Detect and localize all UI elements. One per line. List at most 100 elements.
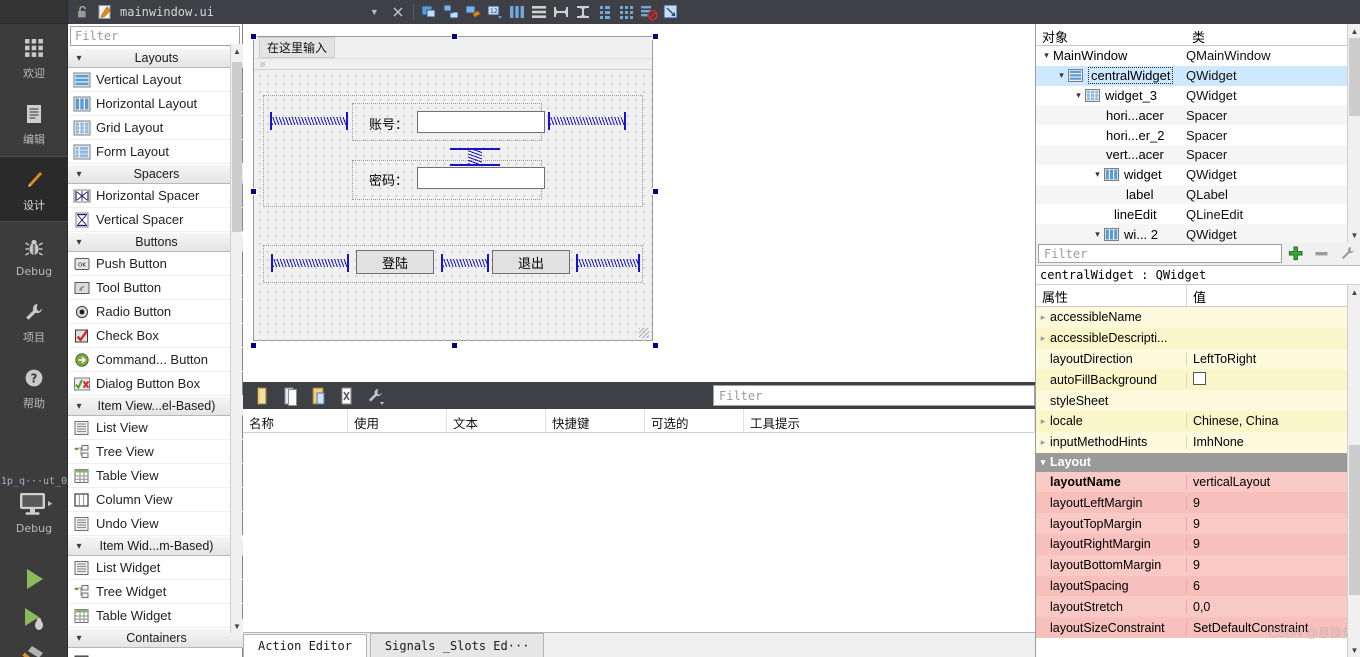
scroll-up-arrow-icon[interactable]: ▲ <box>1348 24 1360 38</box>
menubar-type-here[interactable]: 在这里输入 <box>259 37 336 58</box>
resize-handle-top-center[interactable] <box>451 33 458 40</box>
tab-signals-slots-editor[interactable]: Signals _Slots Ed··· <box>369 633 545 657</box>
resize-handle-bottom-center[interactable] <box>451 342 458 349</box>
property-row-layoutBottomMargin[interactable]: layoutBottomMargin 9 <box>1036 554 1360 576</box>
configure-action-icon[interactable] <box>361 384 389 408</box>
action-editor-filter-input[interactable]: Filter <box>713 385 1035 406</box>
wrench-icon[interactable] <box>1334 242 1360 266</box>
table-row[interactable]: ▾ widget_3 QWidget <box>1036 86 1360 106</box>
widget-item-vertical-layout[interactable]: Vertical Layout <box>68 68 243 92</box>
widget-group-buttons[interactable]: ▾ Buttons <box>68 232 243 252</box>
unlocked-padlock-icon[interactable] <box>72 1 94 23</box>
horizontal-spacer-left[interactable] <box>270 112 348 130</box>
run-button[interactable] <box>0 560 68 600</box>
property-value-label[interactable]: 9 <box>1186 537 1360 552</box>
main-window-form[interactable]: 在这里输入 账号： 密码： 登陆 退出 <box>253 36 653 341</box>
delete-action-icon[interactable] <box>333 384 361 408</box>
widget-item-partial[interactable] <box>68 648 243 657</box>
tab-action-editor[interactable]: Action Editor <box>243 634 367 657</box>
action-column-used[interactable]: 使用 <box>348 409 447 433</box>
property-row-styleSheet[interactable]: styleSheet <box>1036 390 1360 411</box>
table-row[interactable]: vert...acer Spacer <box>1036 144 1360 165</box>
scrollbar-thumb[interactable] <box>232 62 242 232</box>
plus-icon[interactable] <box>1282 242 1308 266</box>
widget-item-radio-button[interactable]: Radio Button <box>68 300 243 324</box>
form-menubar[interactable]: 在这里输入 <box>254 37 652 59</box>
property-editor-scrollbar[interactable]: ▲ ▼ <box>1347 285 1360 657</box>
paste-action-icon[interactable] <box>305 384 333 408</box>
ui-file-icon[interactable] <box>94 1 116 23</box>
widget-item-list-view[interactable]: List View <box>68 416 243 440</box>
widget-item-check-box[interactable]: Check Box <box>68 324 243 348</box>
resize-handle-top-right[interactable] <box>652 33 659 40</box>
property-row-layoutRightMargin[interactable]: layoutRightMargin 9 <box>1036 533 1360 555</box>
form-resize-grip[interactable] <box>639 328 649 338</box>
copy-action-icon[interactable] <box>277 384 305 408</box>
chevron-down-icon[interactable]: ▾ <box>1091 169 1104 180</box>
scrollbar-thumb[interactable] <box>1349 445 1360 595</box>
widget-item-horizontal-spacer[interactable]: Horizontal Spacer <box>68 184 243 208</box>
resize-handle-bottom-left[interactable] <box>250 342 257 349</box>
property-row-layoutSizeConstraint[interactable]: layoutSizeConstraint SetDefaultConstrain… <box>1036 617 1360 638</box>
login-button[interactable]: 登陆 <box>356 250 434 274</box>
minus-icon[interactable] <box>1308 242 1334 266</box>
scroll-up-arrow-icon[interactable]: ▲ <box>231 44 243 58</box>
account-line-edit[interactable] <box>417 111 545 133</box>
object-inspector-scrollbar[interactable]: ▲ ▼ <box>1347 24 1360 242</box>
chevron-down-icon[interactable]: ▼ <box>370 7 379 17</box>
widget-item-tree-widget[interactable]: Tree Widget <box>68 580 243 604</box>
widget-group-item-views[interactable]: ▾ Item View...el-Based) <box>68 396 243 416</box>
layout-horizontally-icon[interactable] <box>506 1 528 23</box>
widget-item-column-view[interactable]: Column View <box>68 488 243 512</box>
value-column-header[interactable]: 值 <box>1186 285 1360 306</box>
button-spacer-right[interactable] <box>576 254 640 272</box>
property-row-layoutSpacing[interactable]: layoutSpacing 6 <box>1036 575 1360 597</box>
class-column-header[interactable]: 类 <box>1186 24 1360 45</box>
property-column-header[interactable]: 属性 <box>1036 285 1186 306</box>
property-row-inputMethodHints[interactable]: ▸ inputMethodHints ImhNone <box>1036 431 1360 453</box>
scrollbar-thumb[interactable] <box>1349 38 1360 116</box>
widget-group-item-widgets[interactable]: ▾ Item Wid...m-Based) <box>68 536 243 556</box>
layout-in-splitter-h-icon[interactable] <box>550 1 572 23</box>
adjust-size-icon[interactable] <box>660 1 682 23</box>
edit-widgets-icon[interactable] <box>418 1 440 23</box>
password-line-edit[interactable] <box>417 167 545 189</box>
exit-button[interactable]: 退出 <box>492 250 570 274</box>
widget-item-vertical-spacer[interactable]: Vertical Spacer <box>68 208 243 232</box>
widget-box-filter-input[interactable]: Filter <box>70 26 240 46</box>
edit-tab-order-icon[interactable]: 123 <box>484 1 506 23</box>
scroll-down-arrow-icon[interactable]: ▼ <box>231 619 243 633</box>
widget-item-grid-layout[interactable]: Grid Layout <box>68 116 243 140</box>
mode-item-design[interactable]: 设计 <box>0 156 68 222</box>
widget-item-push-button[interactable]: OK Push Button <box>68 252 243 276</box>
property-row-layoutStretch[interactable]: layoutStretch 0,0 <box>1036 596 1360 618</box>
widget-box-scrollbar[interactable]: ▲ ▼ <box>230 44 243 633</box>
action-column-name[interactable]: 名称 <box>243 409 348 433</box>
property-value-label[interactable]: SetDefaultConstraint <box>1186 620 1360 635</box>
widget-item-table-widget[interactable]: Table Widget <box>68 604 243 628</box>
resize-handle-top-left[interactable] <box>250 33 257 40</box>
property-row-autoFillBackground[interactable]: autoFillBackground <box>1036 369 1360 391</box>
property-row-accessibleDescription[interactable]: ▸ accessibleDescripti... <box>1036 327 1360 349</box>
password-label[interactable]: 密码： <box>369 170 408 189</box>
table-row[interactable]: hori...acer Spacer <box>1036 105 1360 126</box>
mode-item-help[interactable]: ? 帮助 <box>0 354 68 420</box>
property-group-layout[interactable]: ▾ Layout <box>1036 452 1360 472</box>
vertical-spacer[interactable] <box>450 148 500 166</box>
build-button[interactable] <box>0 638 68 657</box>
widget-group-layouts[interactable]: ▾ Layouts <box>68 48 243 68</box>
object-column-header[interactable]: 对象 <box>1036 24 1186 45</box>
property-value-label[interactable]: verticalLayout <box>1186 474 1360 489</box>
account-label[interactable]: 账号： <box>369 114 408 133</box>
chevron-down-icon[interactable]: ▾ <box>1055 70 1068 81</box>
widget-item-dialog-button-box[interactable]: Dialog Button Box <box>68 372 243 396</box>
widget-group-spacers[interactable]: ▾ Spacers <box>68 164 243 184</box>
layout-in-form-icon[interactable] <box>594 1 616 23</box>
horizontal-spacer-right[interactable] <box>548 112 626 130</box>
action-column-tooltip[interactable]: 工具提示 <box>744 409 1035 433</box>
debug-run-button[interactable] <box>0 600 68 640</box>
chevron-down-icon[interactable]: ▾ <box>1040 50 1053 61</box>
property-value-label[interactable]: 6 <box>1186 578 1360 593</box>
edit-signals-slots-icon[interactable] <box>440 1 462 23</box>
property-row-layoutLeftMargin[interactable]: layoutLeftMargin 9 <box>1036 492 1360 514</box>
